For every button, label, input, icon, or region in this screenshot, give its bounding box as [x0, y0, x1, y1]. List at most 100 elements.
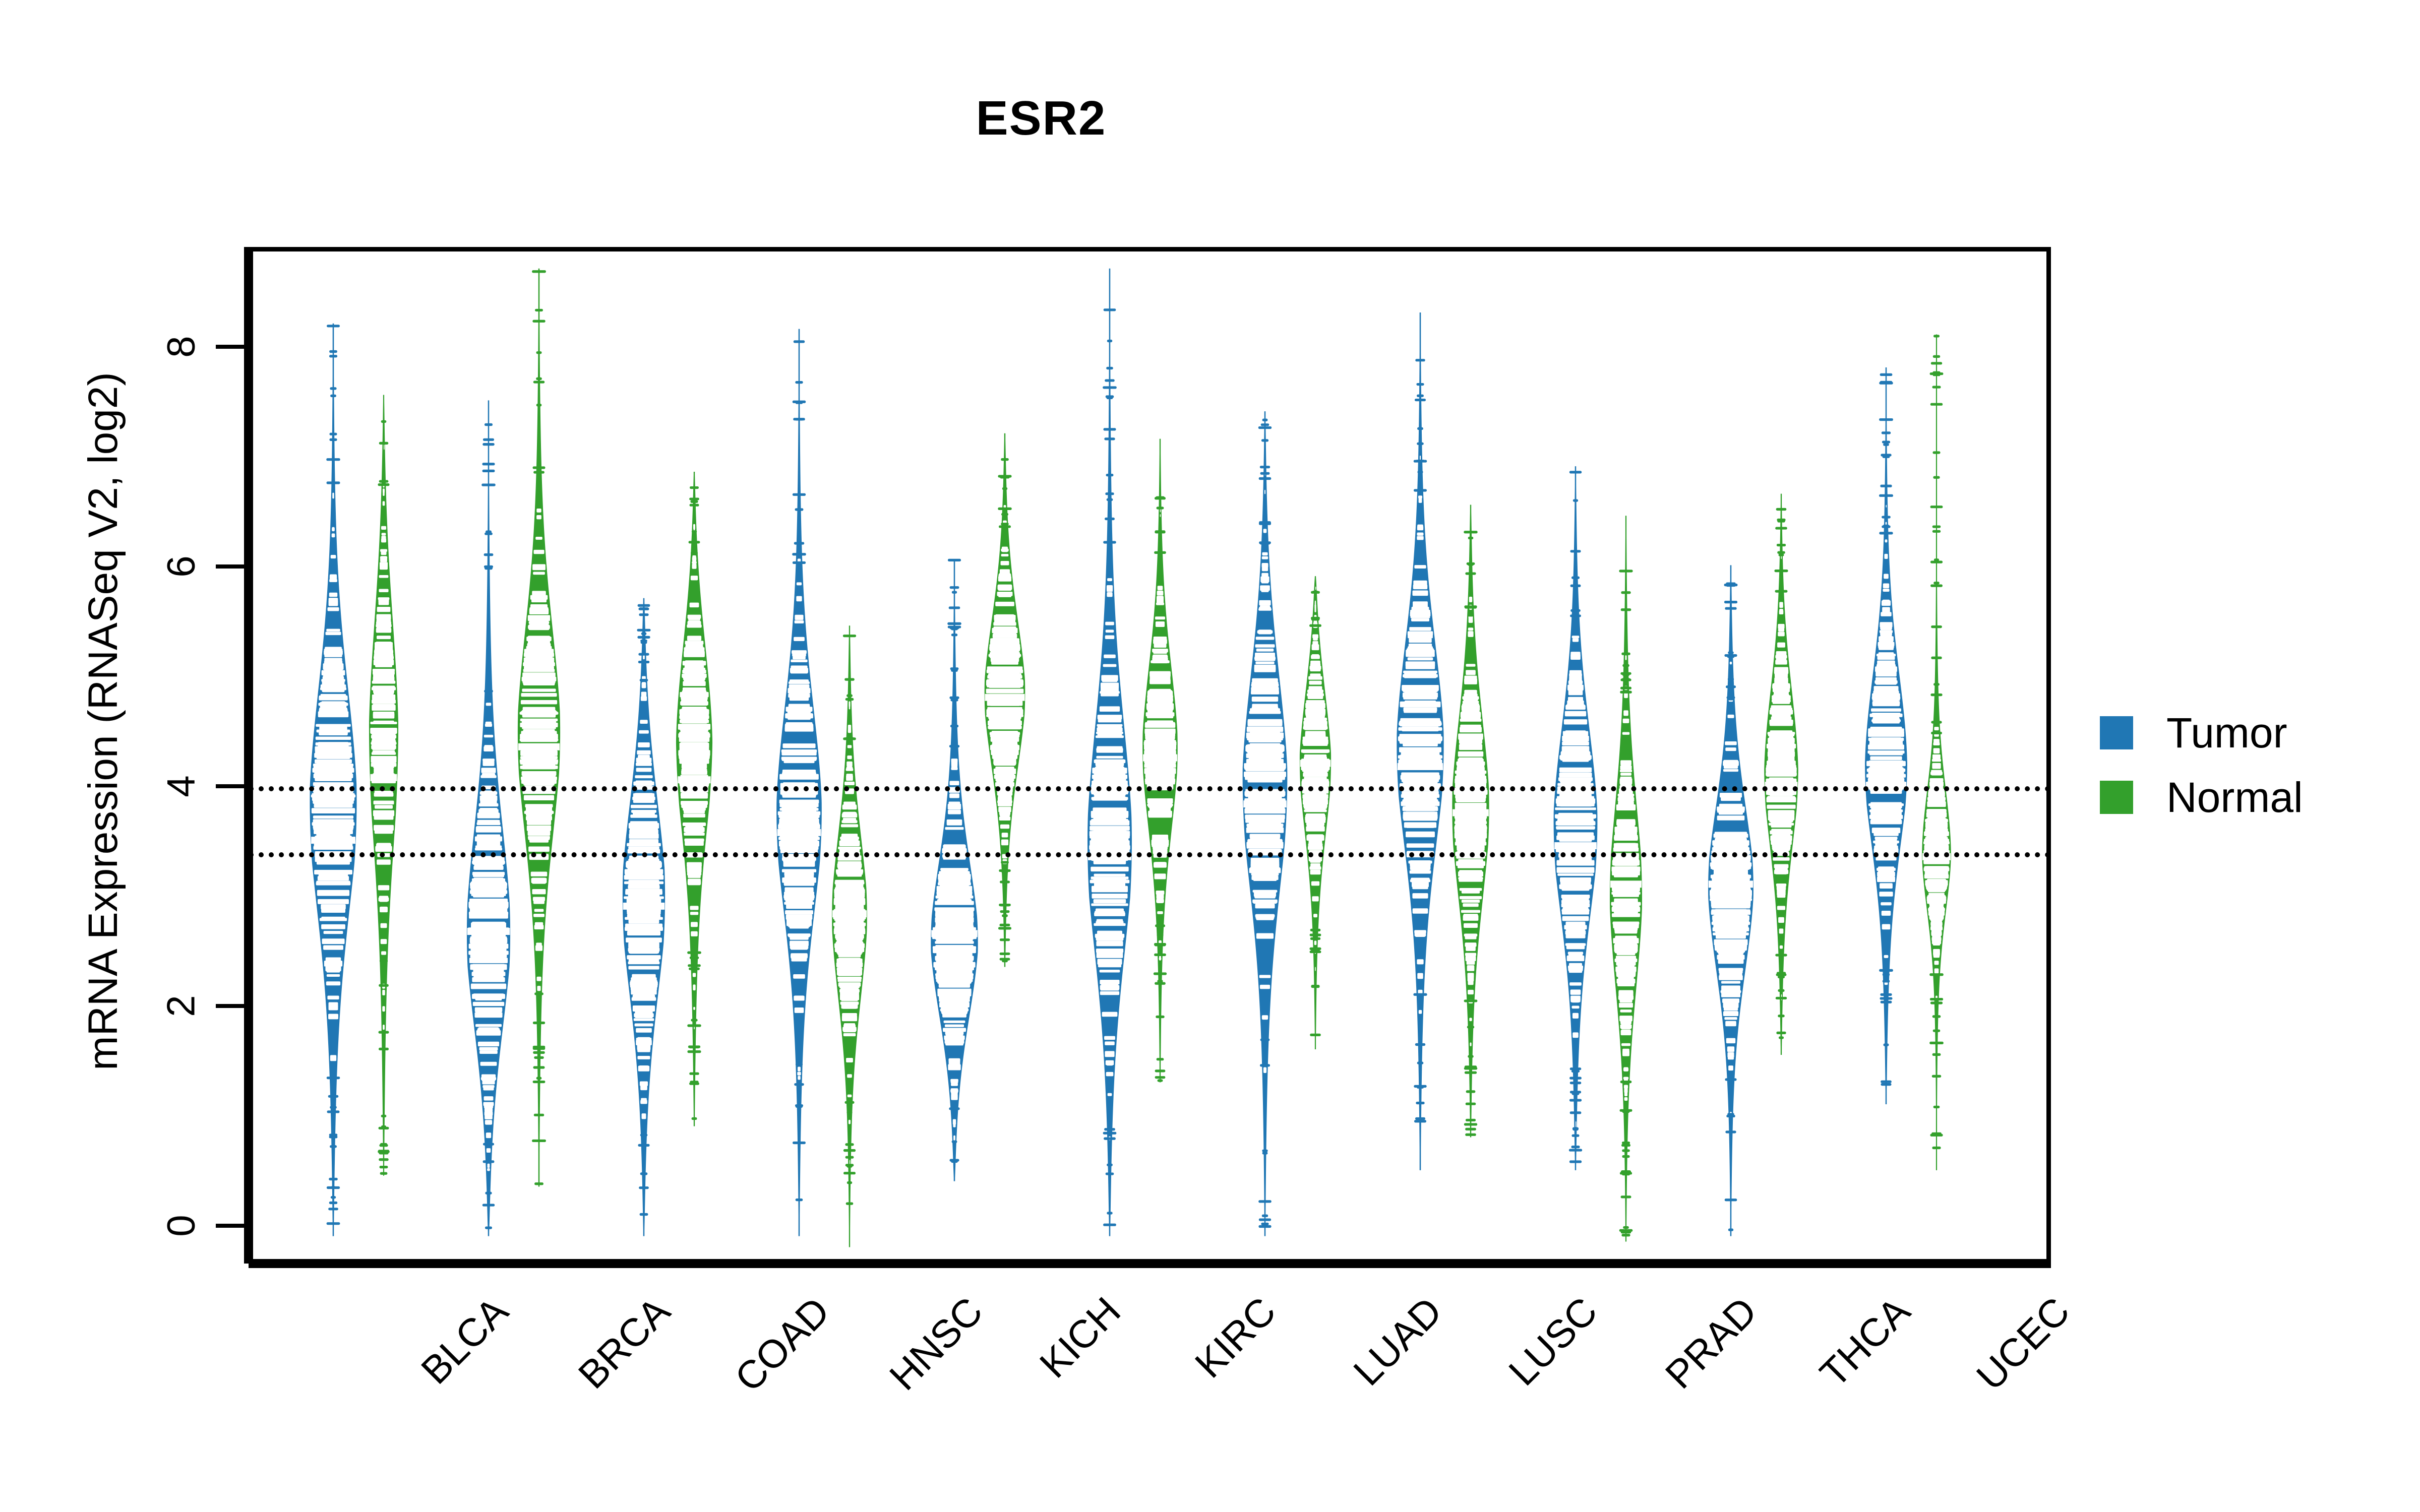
observation-gap — [1107, 592, 1113, 597]
legend-item-tumor[interactable]: Tumor — [2100, 701, 2303, 765]
tail-observation — [687, 1050, 701, 1053]
observation-gap — [1001, 553, 1009, 557]
observation-gap — [1306, 807, 1325, 812]
observation-gap — [1562, 897, 1589, 900]
tail-observation — [1930, 694, 1943, 697]
observation-gap — [486, 1132, 492, 1139]
legend-item-normal[interactable]: Normal — [2100, 765, 2303, 830]
observation-gap — [1261, 565, 1268, 572]
observation-gap — [320, 694, 346, 698]
observation-gap — [785, 722, 813, 727]
y-axis-tick — [216, 1004, 244, 1008]
tail-observation — [328, 1208, 338, 1211]
tail-observation — [639, 678, 648, 682]
tail-observation — [534, 1182, 543, 1185]
observation-gap — [1570, 654, 1581, 660]
tail-observation — [846, 1111, 853, 1114]
observation-gap — [991, 738, 1018, 741]
tail-observation — [639, 1213, 648, 1216]
observation-gap — [1402, 799, 1438, 804]
tail-observation — [378, 1150, 390, 1153]
observation-gap — [1561, 752, 1590, 755]
observation-gap — [1928, 792, 1945, 797]
observation-gap — [471, 907, 506, 913]
observation-gap — [487, 1168, 490, 1171]
tail-observation — [1621, 1170, 1631, 1173]
tail-observation — [949, 696, 959, 699]
tail-observation — [1619, 570, 1633, 573]
observation-gap — [1307, 700, 1324, 706]
tail-observation — [328, 1095, 339, 1098]
observation-gap — [1147, 713, 1173, 718]
observation-gap — [1256, 933, 1274, 939]
observation-gap — [331, 533, 335, 538]
observation-gap — [473, 877, 504, 881]
tail-observation — [1260, 423, 1269, 426]
observation-gap — [1304, 777, 1327, 780]
observation-gap — [1563, 901, 1588, 908]
observation-gap — [1306, 714, 1325, 718]
observation-gap — [1723, 1011, 1739, 1017]
observation-gap — [375, 846, 392, 852]
tail-observation — [688, 541, 700, 544]
observation-gap — [480, 800, 497, 804]
observation-gap — [472, 977, 505, 980]
tail-observation — [1415, 1043, 1426, 1046]
tail-observation — [1880, 373, 1893, 376]
observation-gap — [1778, 623, 1785, 629]
observation-gap — [1878, 642, 1895, 647]
observation-gap — [1456, 861, 1485, 866]
observation-gap — [1569, 670, 1582, 674]
observation-gap — [1613, 843, 1639, 848]
tail-observation — [1572, 499, 1579, 502]
observation-gap — [1456, 761, 1485, 765]
observation-gap — [1715, 945, 1747, 951]
observation-gap — [374, 768, 394, 774]
observation-gap — [1315, 967, 1316, 971]
observation-gap — [990, 671, 1020, 674]
observation-gap — [321, 916, 345, 921]
observation-gap — [332, 492, 334, 499]
observation-gap — [1457, 766, 1484, 770]
violin-tumor-LUSC — [1397, 312, 1444, 1170]
observation-gap — [1931, 937, 1942, 941]
observation-gap — [1870, 820, 1902, 825]
observation-gap — [317, 890, 350, 896]
observation-gap — [1311, 881, 1320, 886]
tail-observation — [1156, 507, 1164, 510]
observation-gap — [1934, 961, 1939, 965]
observation-gap — [1776, 651, 1787, 656]
observation-gap — [1000, 560, 1009, 565]
observation-gap — [1461, 900, 1480, 903]
observation-gap — [1713, 932, 1749, 935]
tail-observation — [792, 400, 806, 403]
median-marker — [1397, 763, 1443, 771]
plot-inner — [253, 251, 2046, 1259]
tail-observation — [1776, 508, 1787, 511]
observation-gap — [1620, 773, 1631, 776]
tail-observation — [844, 737, 855, 740]
tail-observation — [792, 553, 806, 556]
tail-observation — [1414, 1120, 1426, 1123]
observation-gap — [846, 761, 853, 767]
violin-tumor-PRAD — [1553, 466, 1598, 1170]
tail-observation — [795, 508, 804, 511]
observation-gap — [471, 922, 506, 928]
tail-observation — [1157, 933, 1164, 936]
observation-gap — [1619, 770, 1632, 773]
observation-gap — [1567, 697, 1584, 702]
observation-gap — [1253, 877, 1277, 881]
tail-observation — [640, 1172, 648, 1175]
observation-gap — [327, 995, 339, 1000]
observation-gap — [373, 812, 394, 817]
tail-observation — [379, 1166, 388, 1169]
observation-gap — [1403, 707, 1437, 712]
observation-gap — [1304, 724, 1327, 730]
observation-gap — [1712, 874, 1749, 879]
observation-gap — [640, 720, 648, 724]
observation-gap — [788, 924, 810, 927]
observation-gap — [1873, 832, 1899, 836]
observation-gap — [1926, 808, 1947, 814]
observation-gap — [1092, 893, 1128, 899]
observation-gap — [1459, 870, 1482, 874]
